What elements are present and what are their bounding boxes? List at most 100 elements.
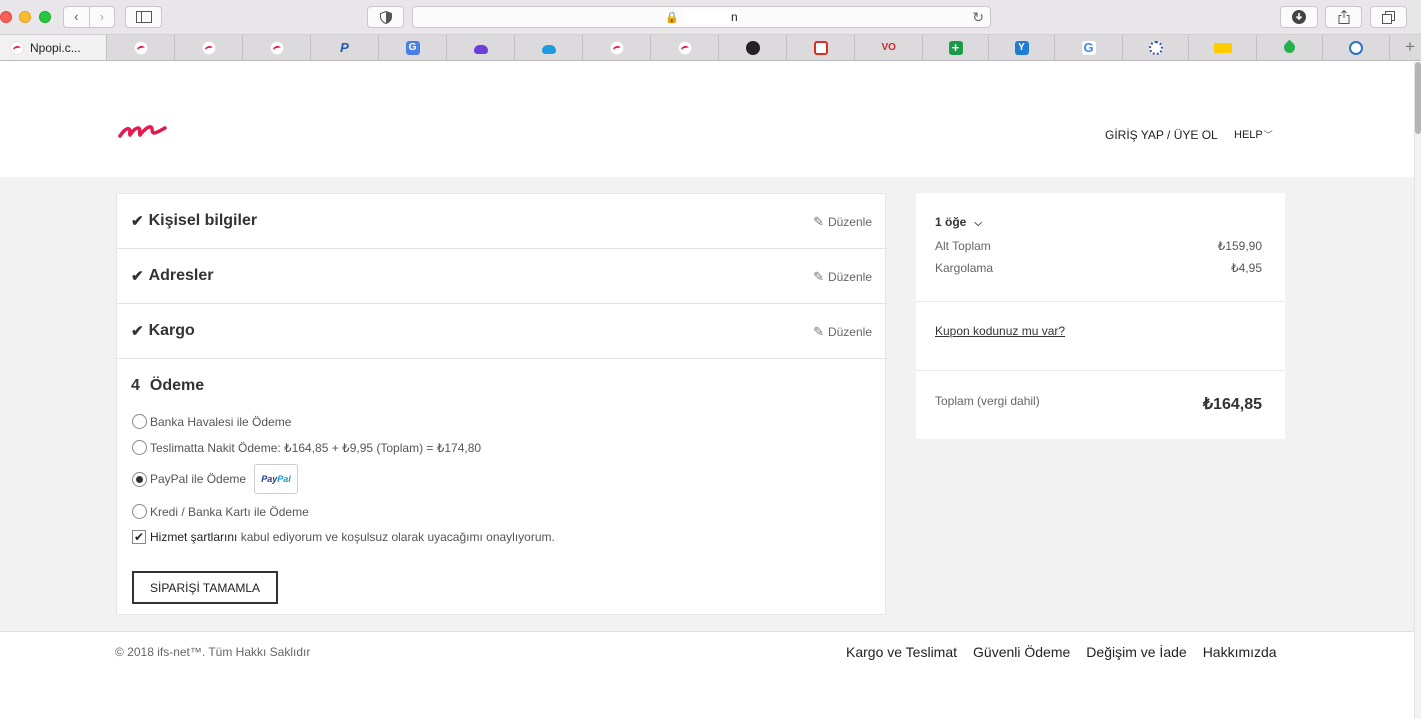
step-title-text: Adresler <box>148 267 214 284</box>
tab-translate[interactable]: G <box>379 35 447 60</box>
tab-dhl[interactable] <box>1189 35 1257 60</box>
radio-button[interactable] <box>132 414 147 429</box>
edit-label: Düzenle <box>827 325 872 339</box>
tab-globe[interactable] <box>1323 35 1390 60</box>
sidebar-icon <box>135 11 152 23</box>
footer-link-about[interactable]: Hakkımızda <box>1203 644 1277 660</box>
step-shipping: ✔ Kargo ✎ Düzenle <box>117 304 887 359</box>
close-window-button[interactable] <box>0 11 12 23</box>
downloads-button[interactable] <box>1280 6 1318 28</box>
page-scrollbar[interactable] <box>1414 62 1421 719</box>
tab-google[interactable]: G <box>1055 35 1123 60</box>
footer-link-shipping[interactable]: Kargo ve Teslimat <box>846 644 957 660</box>
edit-label: Düzenle <box>827 270 872 284</box>
npopi-favicon <box>133 40 148 55</box>
option-label: Teslimatta Nakit Ödeme: ₺164,85 + ₺9,95 … <box>150 440 482 455</box>
tab-drop[interactable] <box>1257 35 1323 60</box>
brand-logo-icon <box>118 125 167 138</box>
privacy-report-button[interactable] <box>367 6 404 28</box>
npopi-favicon <box>269 40 284 55</box>
download-icon <box>1292 10 1306 24</box>
footer-link-returns[interactable]: Değişim ve İade <box>1086 644 1186 660</box>
site-logo[interactable] <box>118 122 168 145</box>
subtotal-value: ₺159,90 <box>1217 239 1262 253</box>
scrollbar-thumb[interactable] <box>1415 62 1421 134</box>
payment-option-credit-card[interactable]: Kredi / Banka Kartı ile Ödeme <box>132 504 309 519</box>
tab-green-plus[interactable]: + <box>923 35 989 60</box>
site-header: GİRİŞ YAP / ÜYE OL HELP﹀ <box>0 62 1414 177</box>
shipping-value: ₺4,95 <box>1231 261 1262 275</box>
y-favicon: Y <box>1014 40 1029 55</box>
payment-option-bank-transfer[interactable]: Banka Havalesi ile Ödeme <box>132 414 291 429</box>
globe-favicon <box>1349 40 1363 55</box>
sidebar-toggle-button[interactable] <box>125 6 162 28</box>
footer-link-secure-payment[interactable]: Güvenli Ödeme <box>973 644 1070 660</box>
footer-links: Kargo ve Teslimat Güvenli Ödeme Değişim … <box>846 644 1293 660</box>
step-number: 4 <box>131 377 140 394</box>
step-title-text: Kişisel bilgiler <box>148 212 258 229</box>
complete-order-button[interactable]: SİPARİŞİ TAMAMLA <box>132 571 278 604</box>
payment-option-cash-on-delivery[interactable]: Teslimatta Nakit Ödeme: ₺164,85 + ₺9,95 … <box>132 440 481 455</box>
address-bar[interactable]: 🔒 n ↻ <box>412 6 991 28</box>
dhl-favicon <box>1213 42 1232 53</box>
minimize-window-button[interactable] <box>19 11 31 23</box>
flower-favicon <box>1148 40 1163 55</box>
paypal-logo: Pay Pal <box>254 464 299 494</box>
npopi-favicon <box>10 40 24 55</box>
coupon-link[interactable]: Kupon kodunuz mu var? <box>935 324 1065 338</box>
tab-vo[interactable]: VO <box>855 35 923 60</box>
zoom-window-button[interactable] <box>39 11 51 23</box>
tab-overview-button[interactable] <box>1370 6 1407 28</box>
tab-paypal[interactable]: P <box>311 35 379 60</box>
chevron-down-icon: ⌵ <box>974 218 982 229</box>
tab-flower[interactable] <box>1123 35 1189 60</box>
new-tab-icon[interactable]: + <box>1405 37 1415 57</box>
url-redaction <box>683 10 738 24</box>
copyright-text: © 2018 ifs-net™. Tüm Hakkı Saklıdır <box>115 645 311 659</box>
tab-npopi[interactable]: Npopi.c... <box>0 35 107 60</box>
npopi-favicon <box>677 40 692 55</box>
paypal-favicon: P <box>340 39 349 55</box>
tab-npopi-4[interactable] <box>243 35 311 60</box>
npopi-favicon <box>609 40 624 55</box>
tab-npopi-2[interactable] <box>107 35 175 60</box>
paypal-logo-pal: Pal <box>277 474 291 484</box>
back-button[interactable]: ‹ <box>64 7 89 27</box>
paypal-logo-pay: Pay <box>261 474 278 484</box>
step-title-text: Ödeme <box>149 377 205 394</box>
share-button[interactable] <box>1325 6 1362 28</box>
edit-personal-info-button[interactable]: ✎ Düzenle <box>813 214 872 230</box>
tabs-icon <box>1382 10 1395 24</box>
cart-items-toggle[interactable]: 1 öğe ⌵ <box>935 215 982 229</box>
tab-gmail[interactable] <box>787 35 855 60</box>
terms-link[interactable]: Hizmet şartlarını <box>150 530 237 544</box>
help-label: HELP <box>1234 129 1263 141</box>
help-menu[interactable]: HELP﹀ <box>1234 128 1273 141</box>
tab-cloud-blue[interactable] <box>515 35 583 60</box>
radio-button-selected[interactable] <box>132 471 147 487</box>
cloud-favicon <box>473 44 488 54</box>
step-title: ✔ Kargo <box>131 322 195 340</box>
tab-npopi-5[interactable] <box>583 35 651 60</box>
tab-github[interactable] <box>719 35 787 60</box>
terms-checkbox[interactable]: ✔ <box>132 530 146 544</box>
forward-button[interactable]: › <box>88 7 115 27</box>
radio-button[interactable] <box>132 504 147 519</box>
tab-npopi-3[interactable] <box>175 35 243 60</box>
vo-favicon: VO <box>881 41 896 53</box>
tab-bar: Npopi.c... P G VO + Y G + <box>0 35 1421 61</box>
payment-option-paypal[interactable]: PayPal ile Ödeme Pay Pal <box>132 464 299 494</box>
tab-cloud-purple[interactable] <box>447 35 515 60</box>
reload-icon[interactable]: ↻ <box>972 9 984 26</box>
step-personal-info: ✔ Kişisel bilgiler ✎ Düzenle <box>117 194 887 249</box>
edit-shipping-button[interactable]: ✎ Düzenle <box>813 324 872 340</box>
edit-addresses-button[interactable]: ✎ Düzenle <box>813 269 872 285</box>
tab-npopi-6[interactable] <box>651 35 719 60</box>
login-register-link[interactable]: GİRİŞ YAP / ÜYE OL <box>1105 128 1218 142</box>
drop-favicon <box>1281 39 1298 56</box>
total-value: ₺164,85 <box>1202 396 1262 413</box>
step-addresses: ✔ Adresler ✎ Düzenle <box>117 249 887 304</box>
tab-yandex[interactable]: Y <box>989 35 1055 60</box>
radio-button[interactable] <box>132 440 147 455</box>
option-label: Banka Havalesi ile Ödeme <box>150 414 292 429</box>
